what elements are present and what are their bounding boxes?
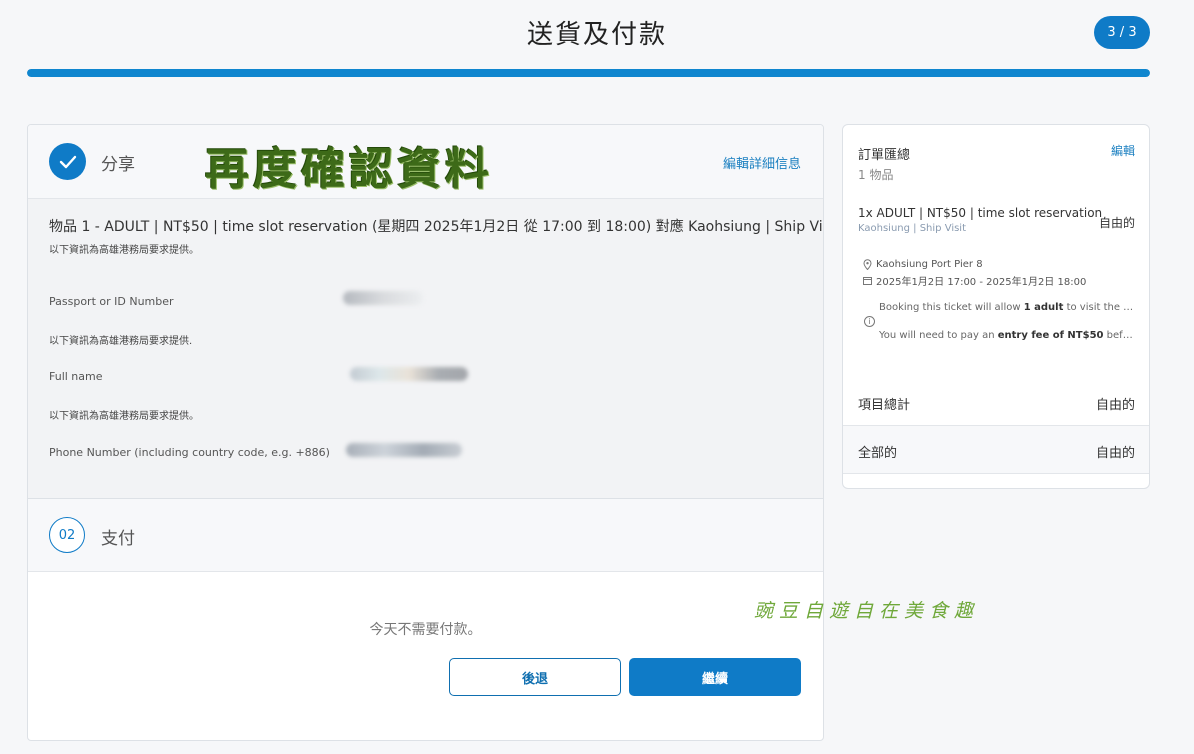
- passport-label: Passport or ID Number: [49, 295, 174, 308]
- share-section-title: 分享: [101, 155, 135, 175]
- datetime-row: 2025年1月2日 17:00 - 2025年1月2日 18:00: [863, 273, 1086, 288]
- field-note: 以下資訊為高雄港務局要求提供.: [49, 336, 193, 347]
- summary-item-sub: Kaohsiung | Ship Visit: [858, 223, 967, 234]
- summary-item-price: 自由的: [1098, 216, 1135, 230]
- info-icon: i: [864, 316, 875, 327]
- total-value: 自由的: [1095, 446, 1135, 461]
- total-row: 全部的 自由的: [843, 426, 1149, 474]
- subtotal-row: 項目總計 自由的: [843, 378, 1149, 426]
- subtotal-value: 自由的: [1095, 398, 1135, 413]
- phone-label: Phone Number (including country code, e.…: [49, 446, 330, 459]
- full-name-label: Full name: [49, 370, 103, 383]
- datetime-text: 2025年1月2日 17:00 - 2025年1月2日 18:00: [876, 277, 1087, 288]
- step-number: 02: [49, 517, 85, 553]
- overlay-title: 再度確認資料: [205, 144, 493, 195]
- total-label: 全部的: [858, 446, 898, 461]
- share-details: 物品 1 - ADULT | NT$50 | time slot reserva…: [28, 199, 823, 499]
- summary-note-2: You will need to pay an entry fee of NT$…: [879, 330, 1137, 341]
- no-payment-message: 今天不需要付款。: [369, 622, 482, 638]
- location-row: Kaohsiung Port Pier 8: [863, 259, 983, 270]
- location-text: Kaohsiung Port Pier 8: [876, 259, 983, 270]
- summary-item-count: 1 物品: [858, 168, 894, 182]
- summary-edit-link[interactable]: 編輯: [1111, 142, 1135, 159]
- step-badge: 3 / 3: [1094, 16, 1150, 49]
- order-summary-card: 訂單匯總 編輯 1 物品 1x ADULT | NT$50 | time slo…: [842, 124, 1150, 489]
- redacted-passport: [343, 291, 423, 305]
- continue-button[interactable]: 繼續: [629, 658, 801, 696]
- check-icon: [49, 143, 86, 180]
- checkout-card: 分享 再度確認資料 編輯詳細信息 物品 1 - ADULT | NT$50 | …: [27, 124, 824, 741]
- back-button[interactable]: 後退: [449, 658, 621, 696]
- progress-bar: [27, 69, 1150, 77]
- summary-note-1: Booking this ticket will allow 1 adult t…: [879, 302, 1137, 313]
- payment-section-header: 02 支付: [28, 499, 823, 572]
- calendar-icon: [863, 277, 872, 285]
- page-title: 送貨及付款: [526, 20, 667, 50]
- summary-title: 訂單匯總: [858, 148, 911, 163]
- subtotal-label: 項目總計: [858, 398, 911, 413]
- location-pin-icon: [863, 259, 872, 270]
- progress-fill: [27, 69, 1150, 77]
- field-note: 以下資訊為高雄港務局要求提供。: [49, 411, 199, 422]
- item-line: 物品 1 - ADULT | NT$50 | time slot reserva…: [49, 219, 824, 235]
- field-note: 以下資訊為高雄港務局要求提供。: [49, 245, 199, 256]
- payment-section-title: 支付: [101, 529, 135, 549]
- watermark: 豌豆自遊自在美食趣: [754, 600, 980, 622]
- redacted-name: [350, 367, 468, 381]
- summary-item-name: 1x ADULT | NT$50 | time slot reservation: [858, 206, 1103, 220]
- redacted-phone: [346, 443, 462, 457]
- share-section-header: 分享 再度確認資料 編輯詳細信息: [28, 125, 823, 199]
- edit-details-link[interactable]: 編輯詳細信息: [723, 153, 801, 172]
